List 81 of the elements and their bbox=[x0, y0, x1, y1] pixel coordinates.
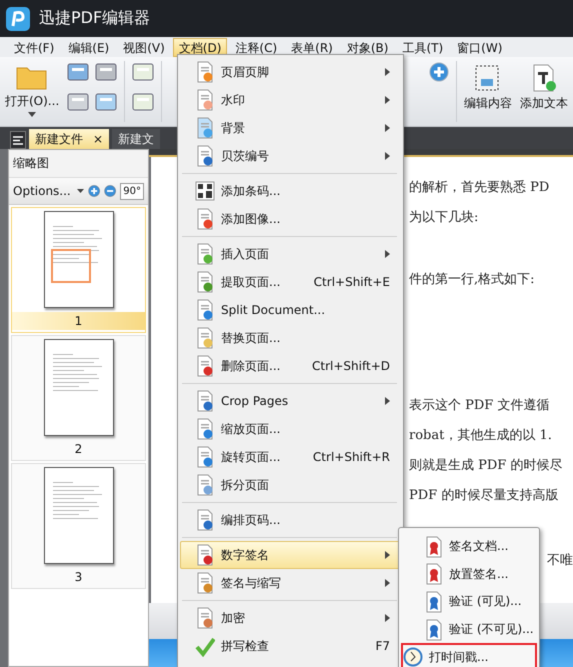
menu-item[interactable]: 拼写检查 F7 bbox=[180, 632, 401, 660]
menu-item[interactable]: 文件(F) bbox=[8, 38, 60, 56]
submenu-arrow-icon bbox=[385, 397, 390, 405]
document-tab[interactable]: 新建文 bbox=[112, 129, 160, 149]
menu-item[interactable]: 数字签名 bbox=[180, 541, 401, 569]
zoom-in-icon[interactable] bbox=[428, 61, 450, 83]
page-number: 2 bbox=[74, 441, 84, 458]
document-text: 则就是生成 PDF 的时候尽 bbox=[409, 457, 564, 475]
menu-item[interactable]: 缩放页面... bbox=[180, 415, 401, 443]
document-text: PDF 的时候尽量支持高版 bbox=[409, 487, 560, 505]
submenu-arrow-icon bbox=[385, 68, 390, 76]
menu-item[interactable]: 表单(R) bbox=[285, 38, 339, 56]
menu-item[interactable]: 签名文档... bbox=[401, 533, 537, 561]
document-text: 为以下几块: bbox=[409, 209, 480, 227]
menu-item[interactable]: 贝茨编号 bbox=[180, 142, 401, 170]
menu-item[interactable]: 添加条码... bbox=[180, 177, 401, 205]
submenu-arrow-icon bbox=[385, 614, 390, 622]
submenu-arrow-icon bbox=[385, 579, 390, 587]
caret-icon bbox=[28, 112, 36, 117]
page-thumbnail[interactable]: 1 bbox=[11, 207, 146, 333]
document-text: 件的第一行,格式如下: bbox=[409, 271, 536, 289]
submenu-arrow-icon bbox=[385, 96, 390, 104]
menu-item[interactable]: Crop Pages bbox=[180, 387, 401, 415]
document-icon bbox=[195, 145, 215, 167]
menu-item[interactable]: 注释(C) bbox=[229, 38, 284, 56]
edit-content-button[interactable]: 编辑内容 bbox=[463, 61, 513, 122]
menu-item[interactable]: 删除页面... Ctrl+Shift+D bbox=[180, 352, 401, 380]
menu-item[interactable]: 加密 bbox=[180, 604, 401, 632]
submenu-arrow-icon bbox=[385, 152, 390, 160]
menu-item[interactable]: 编排页码... bbox=[180, 506, 401, 534]
menu-item[interactable]: 打时间戳... bbox=[401, 643, 537, 667]
menu-item[interactable]: 验证 (不可见)... bbox=[401, 616, 537, 644]
clock-icon bbox=[403, 647, 423, 667]
menu-item[interactable]: 签名与缩写 bbox=[180, 569, 401, 597]
menu-item[interactable]: 窗口(W) bbox=[451, 38, 508, 56]
page-fill-icon bbox=[195, 117, 215, 139]
document-tab[interactable]: 新建文件 × bbox=[29, 129, 110, 149]
submenu-arrow-icon bbox=[385, 551, 390, 559]
menu-item[interactable]: 水印 bbox=[180, 86, 401, 114]
page-thumbnail[interactable]: 2 bbox=[11, 335, 146, 461]
document-icon bbox=[195, 509, 215, 531]
app-logo-icon bbox=[5, 6, 31, 32]
menu-item[interactable]: 插入页面 bbox=[180, 240, 401, 268]
menu-item[interactable]: 验证 (可见)... bbox=[401, 588, 537, 616]
document-icon bbox=[195, 61, 215, 83]
menu-item[interactable]: 拆分页面 bbox=[180, 471, 401, 499]
menu-item[interactable]: 替换页面... bbox=[180, 324, 401, 352]
highlight-frame bbox=[50, 249, 90, 283]
close-tab-icon[interactable]: × bbox=[93, 132, 104, 146]
menu-item[interactable]: 旋转页面... Ctrl+Shift+R bbox=[180, 443, 401, 471]
panel-title: 缩略图 bbox=[9, 150, 148, 178]
menu-item[interactable]: 视图(V) bbox=[117, 38, 171, 56]
menu-item[interactable]: 工具(T) bbox=[396, 38, 450, 56]
submenu-arrow-icon bbox=[385, 250, 390, 258]
menu-item[interactable]: 背景 bbox=[180, 114, 401, 142]
open-button[interactable]: 打开(O)... bbox=[4, 61, 60, 122]
menu-item[interactable]: 对象(B) bbox=[340, 38, 394, 56]
menu-item[interactable]: 编辑(E) bbox=[62, 38, 116, 56]
document-text: 表示这个 PDF 文件遵循 bbox=[409, 397, 550, 415]
add-text-button[interactable]: 添加文本 bbox=[519, 61, 569, 122]
document-icon bbox=[195, 89, 215, 111]
checkmark-icon bbox=[195, 635, 215, 657]
rotate-button[interactable]: 90° bbox=[120, 182, 144, 200]
menu-item[interactable]: 文档(D) bbox=[172, 38, 228, 56]
document-text: 不唯 bbox=[547, 552, 573, 570]
list-icon[interactable] bbox=[10, 131, 26, 149]
qr-code-icon bbox=[195, 180, 215, 202]
menu-item[interactable]: 添加图像... bbox=[180, 205, 401, 233]
menu-item[interactable]: 放置签名... bbox=[401, 560, 537, 588]
document-text: 的解析，首先要熟悉 PD bbox=[409, 179, 550, 197]
options-dropdown[interactable]: Options... bbox=[13, 184, 84, 198]
caret-icon bbox=[76, 189, 84, 193]
document-text: robat，其他生成的以 1. bbox=[409, 427, 553, 445]
page-number: 1 bbox=[12, 312, 145, 330]
window-title: 迅捷PDF编辑器 bbox=[39, 8, 150, 29]
page-number: 3 bbox=[74, 569, 84, 586]
submenu-arrow-icon bbox=[385, 124, 390, 132]
page-thumbnail[interactable]: 3 bbox=[11, 463, 146, 589]
menu-item[interactable]: 提取页面... Ctrl+Shift+E bbox=[180, 268, 401, 296]
menu-item[interactable]: Split Document... bbox=[180, 296, 401, 324]
menu-item[interactable]: 页眉页脚 bbox=[180, 58, 401, 86]
